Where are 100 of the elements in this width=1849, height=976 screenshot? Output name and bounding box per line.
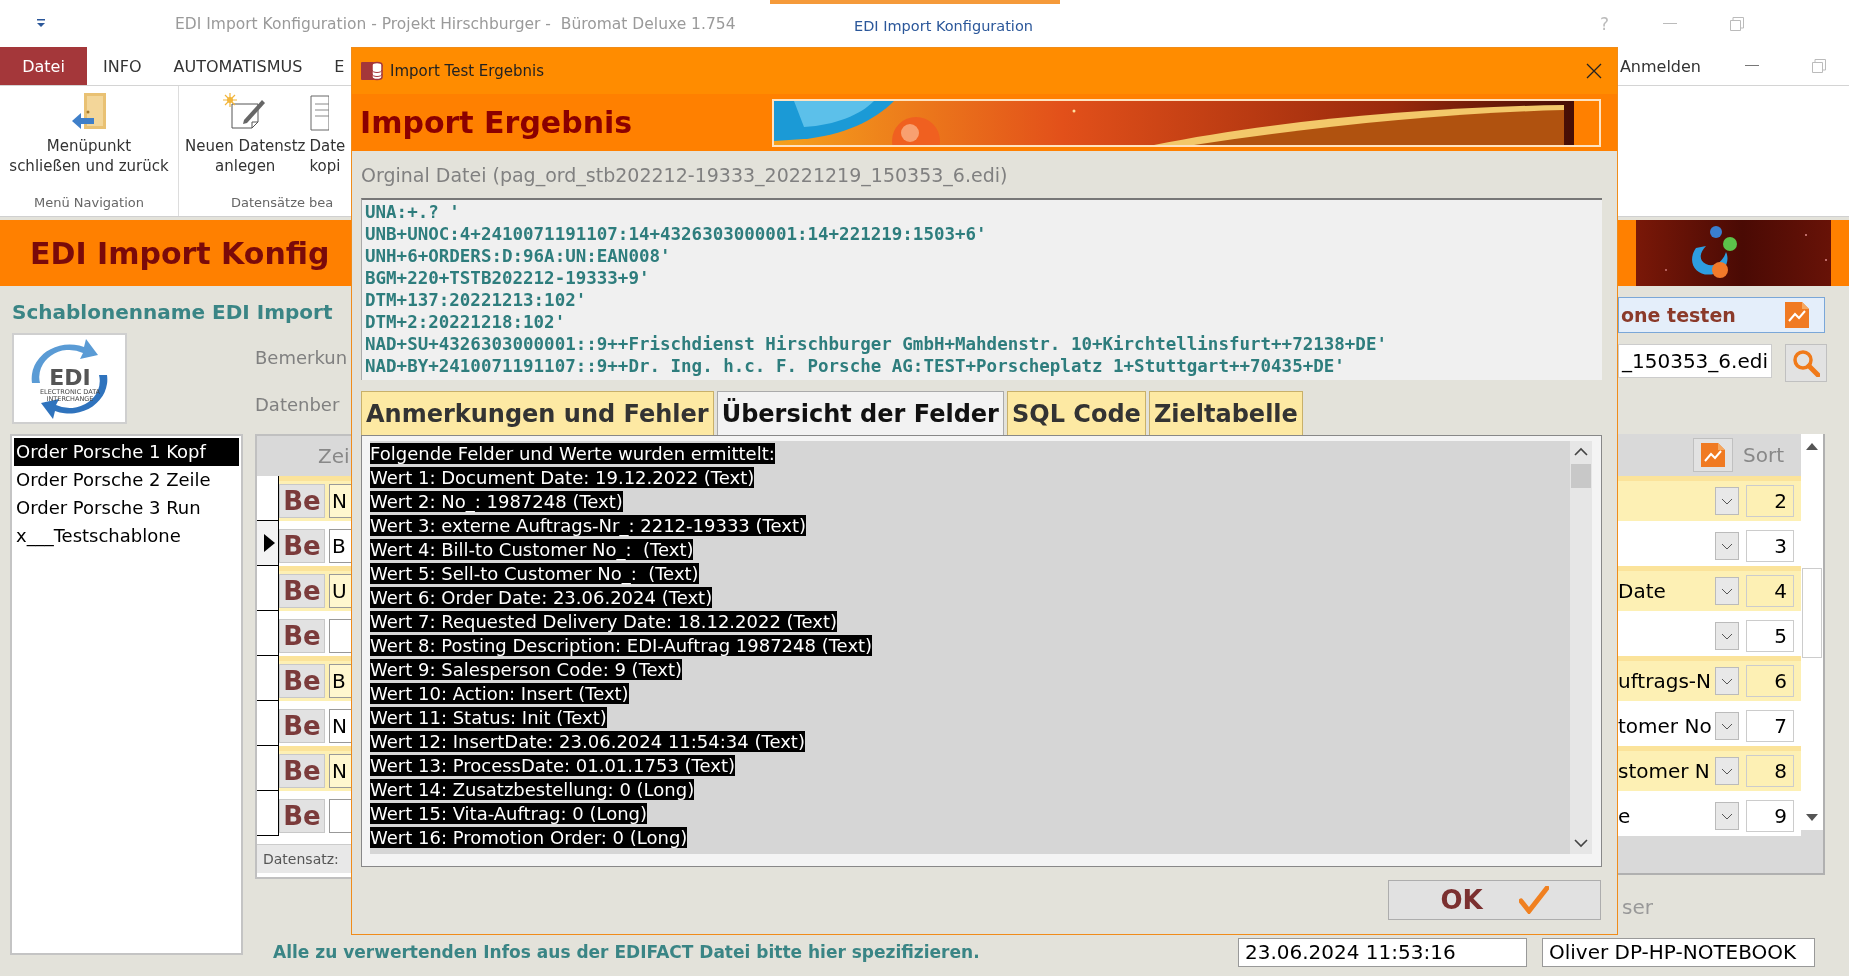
chart-icon [1700,442,1726,468]
sort-field[interactable]: 8 [1746,755,1794,787]
scrollbar[interactable] [1801,434,1823,830]
caret-icon [1715,532,1739,560]
text-field[interactable]: N [329,484,351,518]
arrow-up-icon [1806,442,1818,450]
circular-arrows-icon [31,339,108,419]
text-field[interactable]: N [329,754,351,788]
ribbon-button[interactable]: Menüpunkt schließen und zurück [9,92,169,195]
field-label: ser [1622,895,1654,919]
code-line: UNH+6+ORDERS:D:96A:UN:EAN008' [365,245,672,267]
dialog-heading: Import Ergebnis [360,105,633,140]
text-field[interactable]: B [329,664,351,698]
tab[interactable]: Anmerkungen und Fehler [361,391,714,435]
record-selector[interactable] [257,566,279,611]
hint-text: Alle zu verwertenden Infos aus der EDIFACT Datei bitte hier spezifizieren. [273,942,980,962]
record-navigation-label: Datensatz: [263,851,339,867]
caret-icon [1715,622,1739,650]
caret-icon [1715,487,1739,515]
code-line: UNB+UNOC:4+2410071191107:14+4326303000001:14+221219:1503+6' [365,223,988,245]
menu-tab[interactable]: AUTOMATISMUS [157,47,319,85]
sort-field[interactable]: 7 [1746,710,1794,742]
code-line: NAD+SU+4326303000001::9++Frischdienst Hirschburger GmbH+Mahdenstr. 10+Kirchtellinsfurt++72138+DE' [365,333,1388,355]
ribbon-button[interactable]: Date kopi [309,92,346,195]
app-icon [361,61,383,81]
group-label: Menü Navigation [34,195,144,210]
sort-field[interactable]: 4 [1746,575,1794,607]
record-selector[interactable] [257,791,279,836]
list-item[interactable]: Order Porsche 2 Zeile [14,466,239,494]
ok-button[interactable]: OK [1388,880,1601,920]
test-button[interactable]: one testen [1618,297,1825,333]
record-selector[interactable] [257,521,279,566]
record-button[interactable]: Be [279,529,325,563]
ribbon-button[interactable]: Neuen Datenstz anlegen [185,92,306,195]
text-field[interactable]: U [329,574,351,608]
menu-tab[interactable]: Datei [0,47,87,85]
record-button[interactable]: Be [279,574,325,608]
user-field[interactable]: Oliver DP-HP-NOTEBOOK [1542,938,1815,967]
sort-field[interactable]: 2 [1746,485,1794,517]
menu-tab[interactable]: INFO [87,47,158,85]
arrow-up-icon [1574,447,1588,456]
file-field[interactable]: _150353_6.edi [1618,344,1772,378]
record-selector[interactable] [257,656,279,701]
combo-box[interactable]: e [1618,800,1740,832]
list-item[interactable]: x___Testschablone [14,522,239,550]
exit-door-icon [70,92,108,132]
checkmark-icon [1518,886,1549,914]
combo-box[interactable]: tomer No [1618,710,1740,742]
minimize-icon[interactable] [1745,65,1759,67]
form-title: EDI Import Konfig [30,235,330,271]
sort-field[interactable]: 6 [1746,665,1794,697]
code-line: BGM+220+TSTB202212-19333+9' [365,267,651,289]
tab[interactable]: Übersicht der Felder [716,391,1004,435]
caret-icon [1715,802,1739,830]
close-icon[interactable] [1586,63,1602,79]
record-selector[interactable] [257,476,279,521]
dialog-title: Import Test Ergebnis [390,62,544,80]
sign-in-link[interactable]: Anmelden [1619,56,1701,76]
text-field[interactable]: N [329,709,351,743]
restore-icon[interactable] [1730,16,1745,31]
text-field[interactable]: B [329,529,351,563]
sort-field[interactable]: 5 [1746,620,1794,652]
sort-field[interactable]: 9 [1746,800,1794,832]
combo-box[interactable]: Date [1618,575,1740,607]
combo-box[interactable]: uftrags-N [1618,665,1740,697]
chart-button[interactable] [1693,438,1733,472]
tab[interactable]: SQL Code [1006,391,1146,435]
record-button[interactable]: Be [279,799,325,833]
code-line: DTM+137:20221213:102' [365,289,588,311]
scroll-thumb[interactable] [1802,568,1822,658]
record-selector[interactable] [257,701,279,746]
code-line: UNA:+.? ' [365,201,461,223]
minimize-icon[interactable] [1663,22,1678,25]
search-button[interactable] [1785,344,1827,382]
document-icon [309,92,330,132]
record-selector[interactable] [257,746,279,791]
sort-field[interactable]: 3 [1746,530,1794,562]
caret-icon [1715,667,1739,695]
restore-icon[interactable] [1812,59,1826,73]
record-button[interactable]: Be [279,709,325,743]
scrollbar[interactable] [1570,441,1592,854]
list-item[interactable]: Order Porsche 3 Run [14,494,239,522]
caret-icon [1715,712,1739,740]
list-item[interactable]: Order Porsche 1 Kopf [14,438,239,466]
combo-box[interactable]: stomer N [1618,755,1740,787]
window-title: EDI Import Konfiguration - Projekt Hirschburger - Büromat Deluxe 1.754 [175,14,736,33]
column-header: Sort [1743,443,1784,467]
record-button[interactable]: Be [279,664,325,698]
record-button[interactable]: Be [279,484,325,518]
search-icon [1792,349,1820,377]
caret-icon [1715,577,1739,605]
dropdown-icon[interactable] [36,19,46,28]
date-field[interactable]: 23.06.2024 11:53:16 [1238,938,1527,967]
record-button[interactable]: Be [279,754,325,788]
arrow-down-icon [1574,839,1588,848]
field-label: Bemerkun [255,347,348,370]
scroll-thumb[interactable] [1571,464,1591,488]
record-selector[interactable] [257,611,279,656]
tab[interactable]: Zieltabelle [1148,391,1303,435]
record-button[interactable]: Be [279,619,325,653]
